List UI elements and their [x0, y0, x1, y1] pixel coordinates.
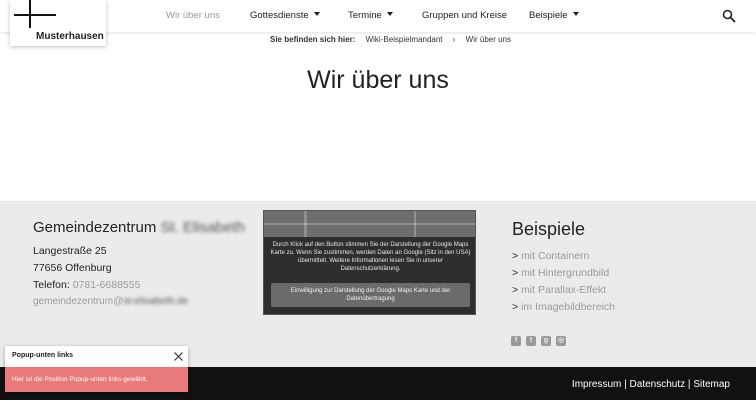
breadcrumb-item-home[interactable]: Wiki-Beispielmandant	[366, 35, 443, 44]
popup-bottom-left: Popup-unten links Hier ist die Position …	[5, 346, 188, 392]
chevron-right-icon: ›	[452, 35, 456, 44]
site-header: Wir über uns Gottesdienste Termine Grupp…	[0, 0, 756, 32]
social-links: f t g ◎	[511, 336, 571, 354]
breadcrumb-item-current: Wir über uns	[465, 35, 512, 44]
contact-street: Langestraße 25	[33, 245, 107, 257]
nav-item-wir-ueber-uns[interactable]: Wir über uns	[166, 10, 220, 21]
caret-down-icon	[572, 12, 579, 16]
contact-name: Gemeindezentrum St. Elisabeth	[33, 219, 245, 236]
map-consent-box: Durch Klick auf den Button stimmen Sie d…	[263, 210, 476, 315]
twitter-icon[interactable]: t	[526, 336, 536, 346]
googleplus-icon[interactable]: g	[541, 336, 551, 346]
logo-text: Musterhausen	[36, 31, 104, 42]
impressum-link[interactable]: Impressum	[572, 379, 621, 390]
instagram-icon[interactable]: ◎	[556, 336, 566, 346]
map-consent-button[interactable]: Einwilligung zur Darstellung der Google …	[271, 283, 470, 307]
caret-down-icon	[386, 12, 393, 16]
search-icon[interactable]	[722, 9, 736, 23]
examples-link-container[interactable]: > mit Containern	[512, 250, 589, 262]
nav-item-termine[interactable]: Termine	[348, 10, 393, 21]
nav-item-gruppen-und-kreise[interactable]: Gruppen und Kreise	[422, 10, 507, 21]
caret-down-icon	[313, 12, 320, 16]
popup-title: Popup-unten links	[12, 352, 74, 359]
nav-item-gottesdienste[interactable]: Gottesdienste	[250, 10, 320, 21]
email-link[interactable]: gemeindezentrum@st-elisabeth.de	[33, 296, 188, 307]
site-logo[interactable]: Musterhausen	[10, 0, 106, 46]
contact-city: 77656 Offenburg	[33, 262, 112, 274]
facebook-icon[interactable]: f	[511, 336, 521, 346]
sitemap-link[interactable]: Sitemap	[693, 379, 730, 390]
popup-text: Hier ist die Position Popup-unten links …	[12, 376, 148, 383]
examples-link-hintergrundbild[interactable]: > mit Hintergrundbild	[512, 267, 609, 279]
examples-link-parallax[interactable]: > mit Parallax-Effekt	[512, 284, 606, 296]
nav-item-beispiele[interactable]: Beispiele	[529, 10, 579, 21]
examples-link-imagebild[interactable]: > im Imagebildbereich	[512, 301, 615, 313]
phone-link[interactable]: 0781-6688555	[73, 279, 141, 291]
breadcrumb-label: Sie befinden sich hier:	[270, 35, 356, 44]
map-consent-text: Durch Klick auf den Button stimmen Sie d…	[270, 242, 471, 272]
close-icon[interactable]	[173, 351, 184, 362]
contact-phone: Telefon: 0781-6688555	[33, 279, 141, 291]
breadcrumb: Sie befinden sich hier: Wiki-Beispielman…	[270, 35, 519, 44]
footer-links: Impressum | Datenschutz | Sitemap	[571, 379, 730, 390]
footer-section: Gemeindezentrum St. Elisabeth Langestraß…	[0, 201, 756, 367]
examples-title: Beispiele	[512, 219, 586, 239]
datenschutz-link[interactable]: Datenschutz	[630, 379, 686, 390]
page-title: Wir über uns	[307, 66, 449, 94]
